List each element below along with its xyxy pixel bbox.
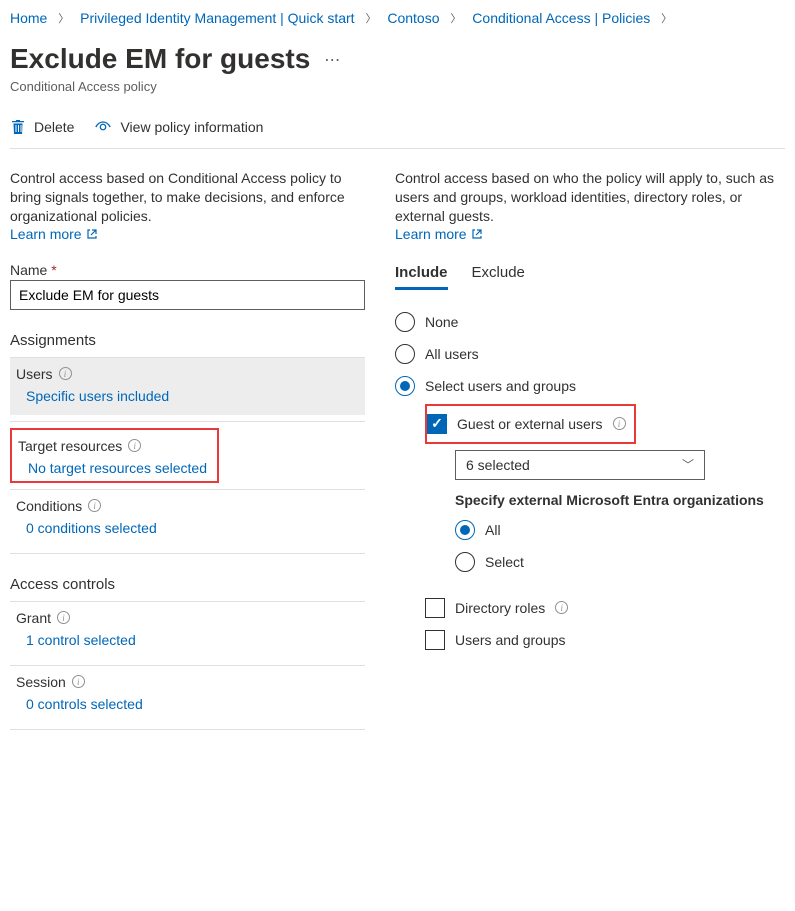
view-policy-label: View policy information: [120, 119, 263, 135]
radio-org-all[interactable]: All: [455, 516, 785, 544]
chevron-right-icon: 〉: [58, 13, 69, 25]
radio-icon: [455, 552, 475, 572]
page-title: Exclude EM for guests: [10, 43, 310, 75]
delete-button[interactable]: Delete: [10, 118, 74, 136]
view-policy-button[interactable]: View policy information: [94, 118, 263, 136]
info-icon[interactable]: i: [128, 439, 141, 452]
radio-icon: [395, 312, 415, 332]
grant-row[interactable]: Grant i 1 control selected: [10, 602, 365, 659]
tab-exclude[interactable]: Exclude: [472, 260, 525, 290]
chevron-right-icon: 〉: [661, 13, 672, 25]
radio-select-users[interactable]: Select users and groups: [395, 372, 785, 400]
grant-value-link[interactable]: 1 control selected: [26, 632, 359, 648]
left-intro-text: Control access based on Conditional Acce…: [10, 169, 365, 226]
grant-label: Grant: [16, 610, 51, 626]
users-value-link[interactable]: Specific users included: [26, 388, 359, 404]
checkbox-guest-users[interactable]: Guest or external users i: [427, 410, 626, 438]
chevron-right-icon: 〉: [450, 13, 461, 25]
target-resources-row[interactable]: Target resources i No target resources s…: [12, 430, 213, 481]
radio-icon: [455, 520, 475, 540]
specify-orgs-heading: Specify external Microsoft Entra organiz…: [455, 492, 785, 508]
session-row[interactable]: Session i 0 controls selected: [10, 666, 365, 723]
breadcrumb-item[interactable]: Privileged Identity Management | Quick s…: [80, 10, 354, 26]
right-intro-text: Control access based on who the policy w…: [395, 169, 785, 226]
guest-types-dropdown[interactable]: 6 selected ﹀: [455, 450, 705, 480]
access-controls-header: Access controls: [10, 576, 365, 593]
left-panel: Control access based on Conditional Acce…: [10, 169, 365, 730]
radio-icon: [395, 376, 415, 396]
radio-org-select[interactable]: Select: [455, 548, 785, 576]
info-icon[interactable]: i: [72, 675, 85, 688]
users-label: Users: [16, 366, 53, 382]
include-exclude-tabs: Include Exclude: [395, 260, 785, 290]
breadcrumb-item[interactable]: Conditional Access | Policies: [472, 10, 650, 26]
breadcrumb-item[interactable]: Contoso: [387, 10, 439, 26]
chevron-down-icon: ﹀: [682, 456, 694, 473]
target-resources-value-link[interactable]: No target resources selected: [28, 460, 207, 476]
assignments-header: Assignments: [10, 332, 365, 349]
radio-org-all-label: All: [485, 522, 501, 538]
checkbox-users-groups-label: Users and groups: [455, 632, 566, 648]
conditions-label: Conditions: [16, 498, 82, 514]
toolbar: Delete View policy information: [10, 112, 785, 149]
name-input[interactable]: [10, 280, 365, 310]
right-panel: Control access based on who the policy w…: [395, 169, 785, 730]
session-label: Session: [16, 674, 66, 690]
chevron-right-icon: 〉: [365, 13, 376, 25]
breadcrumb: Home 〉 Privileged Identity Management | …: [10, 10, 785, 35]
info-icon[interactable]: i: [613, 417, 626, 430]
checkbox-icon: [425, 598, 445, 618]
radio-org-select-label: Select: [485, 554, 524, 570]
tab-include[interactable]: Include: [395, 260, 448, 290]
checkbox-icon: [425, 630, 445, 650]
radio-all-users[interactable]: All users: [395, 340, 785, 368]
dropdown-value: 6 selected: [466, 457, 530, 473]
guest-users-highlight: Guest or external users i: [425, 404, 636, 444]
checkbox-icon: [427, 414, 447, 434]
external-link-icon: [86, 228, 98, 240]
info-icon[interactable]: i: [57, 611, 70, 624]
radio-select-users-label: Select users and groups: [425, 378, 576, 394]
target-resources-label: Target resources: [18, 438, 122, 454]
page-subtitle: Conditional Access policy: [10, 79, 785, 94]
more-actions-button[interactable]: ⋯: [324, 50, 342, 70]
checkbox-directory-roles-label: Directory roles: [455, 600, 545, 616]
learn-more-link[interactable]: Learn more: [10, 226, 98, 242]
radio-none[interactable]: None: [395, 308, 785, 336]
info-icon[interactable]: i: [555, 601, 568, 614]
checkbox-directory-roles[interactable]: Directory roles i: [425, 594, 785, 622]
info-icon[interactable]: i: [59, 367, 72, 380]
checkbox-users-groups[interactable]: Users and groups: [425, 626, 785, 654]
info-icon[interactable]: i: [88, 499, 101, 512]
trash-icon: [10, 119, 26, 135]
name-field-label: Name: [10, 262, 365, 278]
radio-all-users-label: All users: [425, 346, 479, 362]
conditions-row[interactable]: Conditions i 0 conditions selected: [10, 490, 365, 547]
eye-icon: [94, 118, 112, 136]
delete-label: Delete: [34, 119, 74, 135]
session-value-link[interactable]: 0 controls selected: [26, 696, 359, 712]
learn-more-link[interactable]: Learn more: [395, 226, 483, 242]
conditions-value-link[interactable]: 0 conditions selected: [26, 520, 359, 536]
radio-none-label: None: [425, 314, 458, 330]
users-row[interactable]: Users i Specific users included: [10, 358, 365, 415]
checkbox-guest-users-label: Guest or external users: [457, 416, 603, 432]
external-link-icon: [471, 228, 483, 240]
breadcrumb-item[interactable]: Home: [10, 10, 47, 26]
radio-icon: [395, 344, 415, 364]
